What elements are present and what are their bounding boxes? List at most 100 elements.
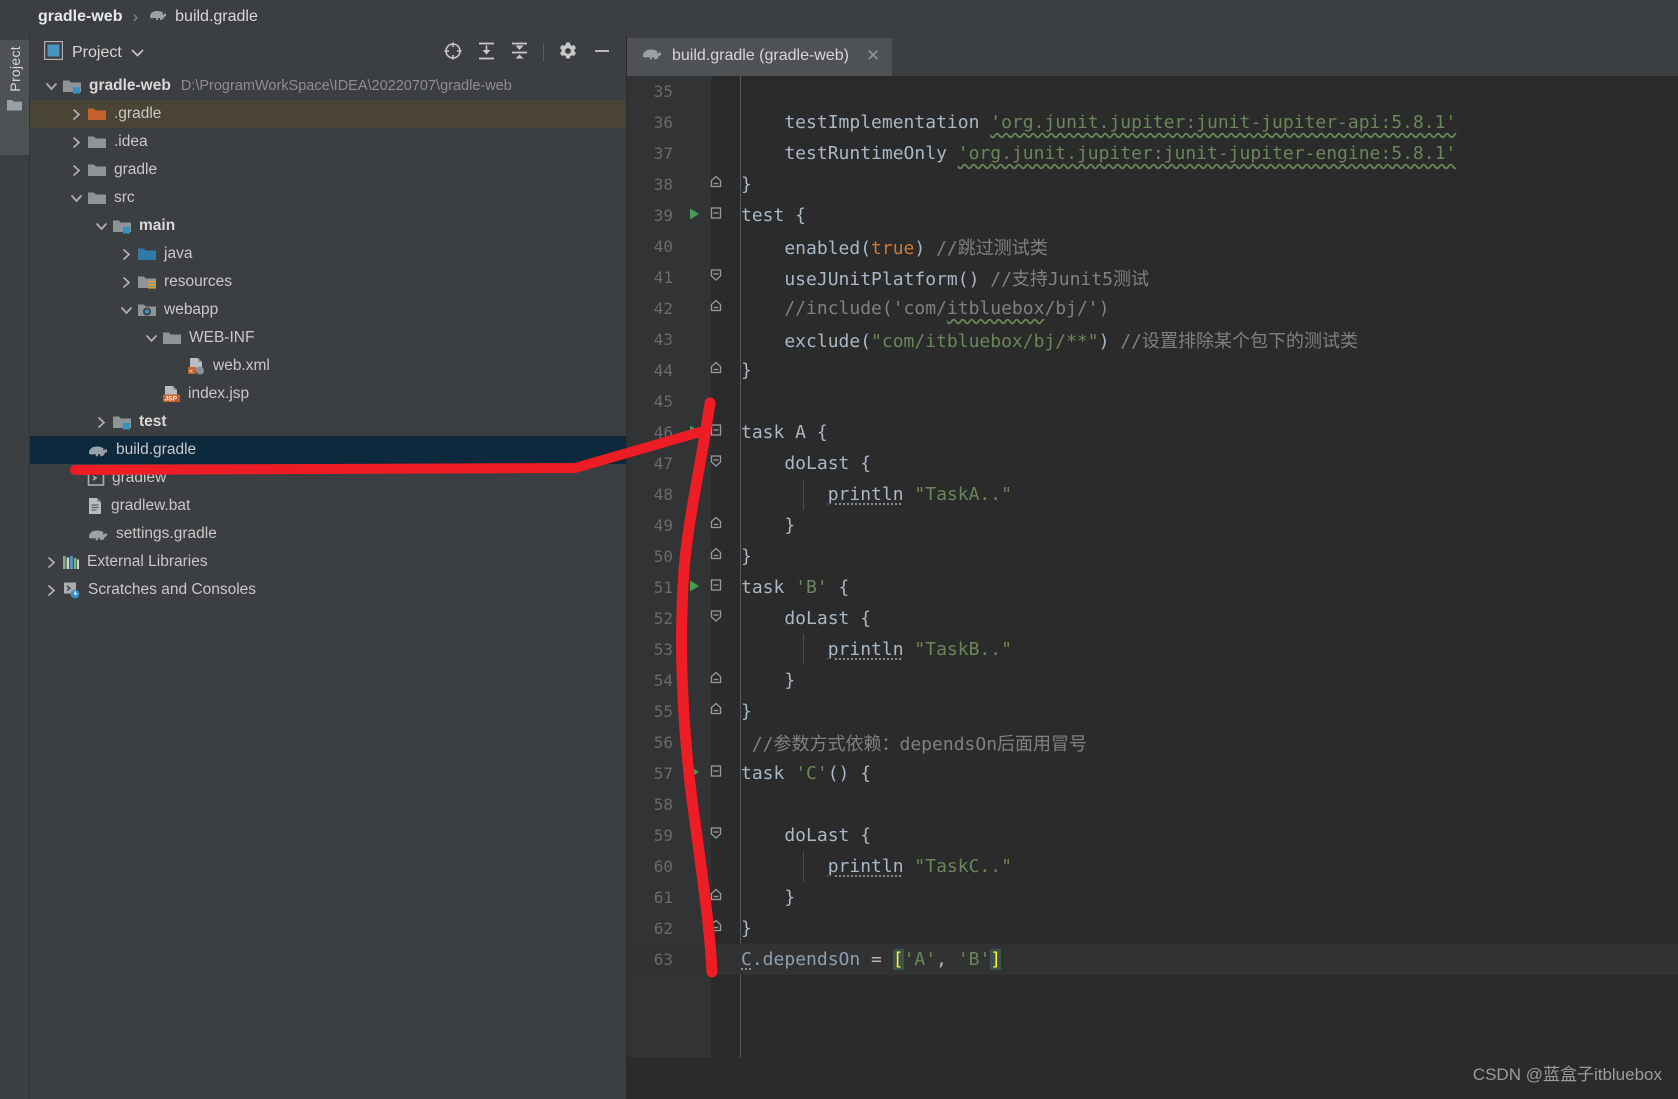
- chevron-down-icon[interactable]: [131, 44, 144, 62]
- settings-gear-icon[interactable]: [558, 41, 578, 66]
- chevron-right-icon[interactable]: [69, 163, 83, 177]
- code-fold-icon[interactable]: [709, 546, 735, 567]
- tree-node-web-inf[interactable]: WEB-INF: [30, 324, 626, 352]
- code-line[interactable]: 40 enabled(true) //跳过测试类: [627, 231, 1678, 262]
- tree-node-main[interactable]: main: [30, 212, 626, 240]
- code-line[interactable]: 57 task 'C'() {: [627, 758, 1678, 789]
- tree-node-external-libraries[interactable]: External Libraries: [30, 548, 626, 576]
- run-gutter-icon[interactable]: [679, 422, 709, 443]
- tree-node-index-jsp[interactable]: JSP index.jsp: [30, 380, 626, 408]
- code-line[interactable]: 60 println "TaskC..": [627, 851, 1678, 882]
- breadcrumb-file[interactable]: build.gradle: [148, 7, 258, 28]
- chevron-down-icon[interactable]: [119, 303, 133, 317]
- code-line[interactable]: 36 testImplementation 'org.junit.jupiter…: [627, 107, 1678, 138]
- code-line[interactable]: 51 task 'B' {: [627, 572, 1678, 603]
- tree-node-webapp[interactable]: webapp: [30, 296, 626, 324]
- code-line[interactable]: 54 }: [627, 665, 1678, 696]
- tree-node-web-xml[interactable]: < web.xml: [30, 352, 626, 380]
- code-line[interactable]: 49 }: [627, 510, 1678, 541]
- tree-node-resources[interactable]: resources: [30, 268, 626, 296]
- code-line[interactable]: 48 println "TaskA..": [627, 479, 1678, 510]
- hide-panel-icon[interactable]: [592, 41, 612, 66]
- code-line[interactable]: 46 task A {: [627, 417, 1678, 448]
- tree-node-gradlew-bat[interactable]: gradlew.bat: [30, 492, 626, 520]
- collapse-all-icon[interactable]: [510, 41, 529, 66]
- code-fold-icon[interactable]: [709, 205, 735, 226]
- tree-node-build-gradle[interactable]: build.gradle: [30, 436, 626, 464]
- code-line[interactable]: 63 C.dependsOn = ['A', 'B']: [627, 944, 1678, 975]
- code-fold-icon[interactable]: [709, 608, 735, 629]
- code-line[interactable]: 59 doLast {: [627, 820, 1678, 851]
- chevron-down-icon[interactable]: [69, 191, 83, 205]
- breadcrumb-project[interactable]: gradle-web: [38, 8, 122, 26]
- code-line[interactable]: 62}: [627, 913, 1678, 944]
- chevron-down-icon[interactable]: [44, 79, 58, 93]
- chevron-down-icon[interactable]: [94, 219, 108, 233]
- chevron-right-icon[interactable]: [44, 555, 58, 569]
- expand-all-icon[interactable]: [477, 41, 496, 66]
- tree-node-idea[interactable]: .idea: [30, 128, 626, 156]
- code-line[interactable]: 45: [627, 386, 1678, 417]
- project-tree[interactable]: gradle-web D:\ProgramWorkSpace\IDEA\20220…: [30, 72, 626, 604]
- tree-node-test[interactable]: test: [30, 408, 626, 436]
- code-line[interactable]: 58: [627, 789, 1678, 820]
- code-line[interactable]: 47 doLast {: [627, 448, 1678, 479]
- svg-text:JSP: JSP: [165, 396, 178, 403]
- code-line[interactable]: 50}: [627, 541, 1678, 572]
- code-fold-icon[interactable]: [709, 918, 735, 939]
- code-line[interactable]: 55}: [627, 696, 1678, 727]
- code-line[interactable]: 39 test {: [627, 200, 1678, 231]
- code-line[interactable]: 42 //include('com/itbluebox/bj/'): [627, 293, 1678, 324]
- tool-window-button-project[interactable]: Project: [0, 40, 29, 155]
- code-line[interactable]: 35: [627, 76, 1678, 107]
- code-line[interactable]: 41 useJUnitPlatform() //支持Junit5测试: [627, 262, 1678, 293]
- code-line[interactable]: 43 exclude("com/itbluebox/bj/**") //设置排除…: [627, 324, 1678, 355]
- code-fold-icon[interactable]: [709, 825, 735, 846]
- chevron-right-icon[interactable]: [69, 107, 83, 121]
- tree-node-src[interactable]: src: [30, 184, 626, 212]
- code-fold-icon[interactable]: [709, 670, 735, 691]
- code-fold-icon[interactable]: [709, 422, 735, 443]
- run-gutter-icon[interactable]: [679, 577, 709, 598]
- code-line[interactable]: 61 }: [627, 882, 1678, 913]
- chevron-right-icon[interactable]: [69, 135, 83, 149]
- tree-node-gradle-web[interactable]: gradle-web D:\ProgramWorkSpace\IDEA\20220…: [30, 72, 626, 100]
- select-opened-file-icon[interactable]: [443, 41, 463, 66]
- editor-tab-build-gradle[interactable]: build.gradle (gradle-web) ✕: [627, 38, 893, 76]
- chevron-down-icon[interactable]: [144, 331, 158, 345]
- chevron-right-icon[interactable]: [119, 247, 133, 261]
- tree-node-java[interactable]: java: [30, 240, 626, 268]
- code-fold-icon[interactable]: [709, 453, 735, 474]
- code-fold-icon[interactable]: [709, 267, 735, 288]
- code-fold-icon[interactable]: [709, 174, 735, 195]
- tree-node-gradlew[interactable]: gradlew: [30, 464, 626, 492]
- code-fold-icon[interactable]: [709, 887, 735, 908]
- chevron-right-icon[interactable]: [44, 583, 58, 597]
- code-line[interactable]: 37 testRuntimeOnly 'org.junit.jupiter:ju…: [627, 138, 1678, 169]
- code-fold-icon[interactable]: [709, 360, 735, 381]
- line-number: 39: [653, 206, 673, 225]
- code-text: testRuntimeOnly 'org.junit.jupiter:junit…: [735, 143, 1456, 164]
- code-fold-icon[interactable]: [709, 701, 735, 722]
- tree-node-settings-gradle[interactable]: settings.gradle: [30, 520, 626, 548]
- code-line[interactable]: 52 doLast {: [627, 603, 1678, 634]
- code-fold-icon[interactable]: [709, 298, 735, 319]
- tree-node-gradle[interactable]: .gradle: [30, 100, 626, 128]
- chevron-right-icon[interactable]: [94, 415, 108, 429]
- run-gutter-icon[interactable]: [679, 205, 709, 226]
- code-fold-icon[interactable]: [709, 577, 735, 598]
- chevron-right-icon[interactable]: [119, 275, 133, 289]
- code-fold-icon[interactable]: [709, 763, 735, 784]
- code-editor[interactable]: 35 36 testImplementation 'org.junit.jupit…: [627, 76, 1678, 1099]
- code-fold-icon[interactable]: [709, 515, 735, 536]
- close-icon[interactable]: ✕: [866, 46, 880, 66]
- code-line[interactable]: 44}: [627, 355, 1678, 386]
- code-line[interactable]: 38}: [627, 169, 1678, 200]
- folder-icon: [6, 98, 23, 117]
- tree-node-gradle[interactable]: gradle: [30, 156, 626, 184]
- code-line[interactable]: 53 println "TaskB..": [627, 634, 1678, 665]
- tree-node-scratches-and-consoles[interactable]: Scratches and Consoles: [30, 576, 626, 604]
- code-line[interactable]: 56 //参数方式依赖：dependsOn后面用冒号: [627, 727, 1678, 758]
- run-gutter-icon[interactable]: [679, 763, 709, 784]
